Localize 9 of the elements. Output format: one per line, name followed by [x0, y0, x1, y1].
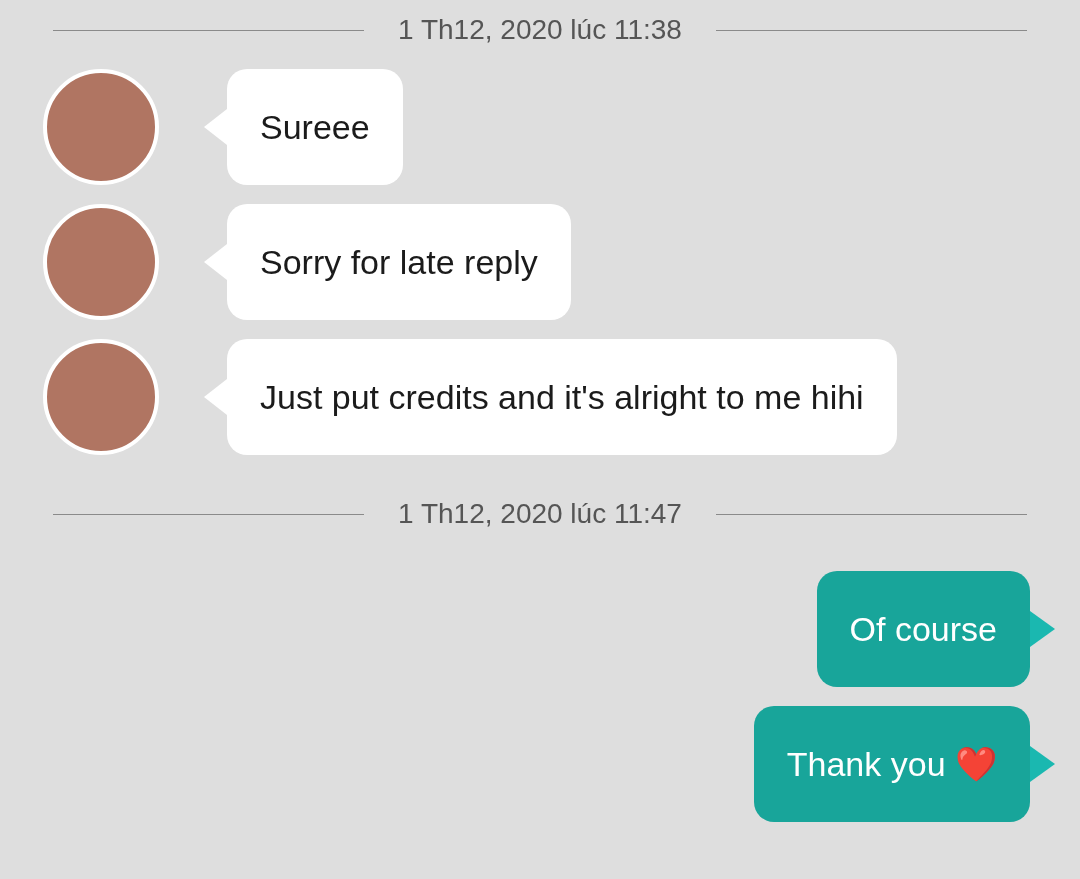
message-bubble: Of course [816, 571, 1030, 687]
message-timestamp: 1 Th12, 2020 lúc 11:47 [398, 498, 682, 530]
message-bubble: Just put credits and it's alright to me hihi [227, 339, 897, 455]
message-timestamp: 1 Th12, 2020 lúc 11:38 [398, 14, 682, 46]
message-bubble: Sorry for late reply [227, 204, 571, 320]
message-bubble: Sureee [227, 69, 403, 185]
bubble-tail [1030, 611, 1055, 647]
message-bubble: Thank you ❤ [753, 706, 1030, 822]
bubble-tail [1030, 746, 1055, 782]
